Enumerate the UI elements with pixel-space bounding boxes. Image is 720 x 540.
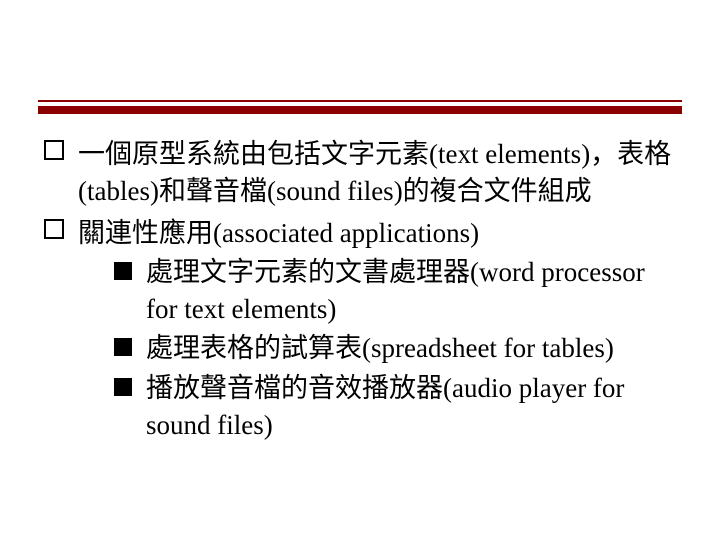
slide-content: 一個原型系統由包括文字元素(text elements)，表格(tables)和…	[44, 136, 676, 448]
square-filled-bullet-icon	[114, 378, 132, 396]
list-item: 處理表格的試算表(spreadsheet for tables)	[114, 330, 676, 367]
list-item: 關連性應用(associated applications) 處理文字元素的文書…	[44, 215, 676, 445]
list-item: 一個原型系統由包括文字元素(text elements)，表格(tables)和…	[44, 136, 676, 211]
list-item-text: 播放聲音檔的音效播放器(audio player for sound files…	[146, 373, 624, 440]
bullet-list-level1: 一個原型系統由包括文字元素(text elements)，表格(tables)和…	[44, 136, 676, 444]
list-item-text: 一個原型系統由包括文字元素(text elements)，表格(tables)和…	[78, 139, 671, 206]
list-item-text: 處理表格的試算表(spreadsheet for tables)	[146, 333, 614, 363]
slide: 一個原型系統由包括文字元素(text elements)，表格(tables)和…	[0, 0, 720, 540]
list-item: 處理文字元素的文書處理器(word processor for text ele…	[114, 254, 676, 329]
list-item-text: 關連性應用(associated applications)	[78, 218, 479, 248]
divider-thin	[38, 100, 682, 102]
list-item: 播放聲音檔的音效播放器(audio player for sound files…	[114, 370, 676, 445]
square-open-bullet-icon	[44, 140, 64, 160]
square-open-bullet-icon	[44, 219, 64, 239]
list-item-text: 處理文字元素的文書處理器(word processor for text ele…	[146, 257, 645, 324]
divider-thick	[38, 106, 682, 114]
square-filled-bullet-icon	[114, 338, 132, 356]
bullet-list-level2: 處理文字元素的文書處理器(word processor for text ele…	[78, 254, 676, 444]
square-filled-bullet-icon	[114, 262, 132, 280]
